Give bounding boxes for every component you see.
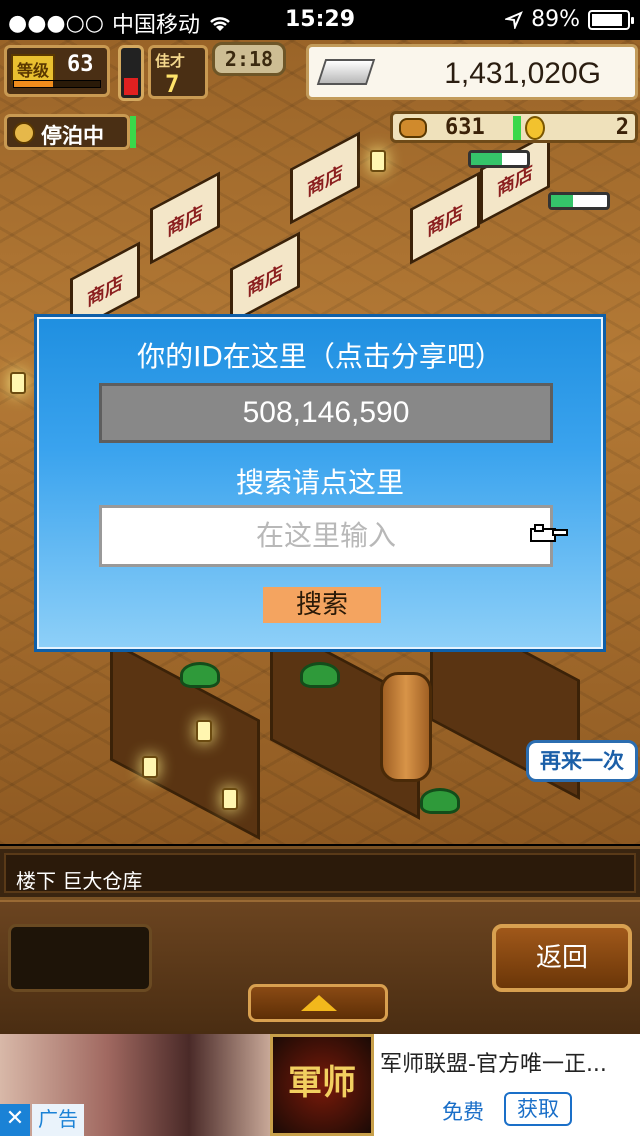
- lamp-icon: [370, 150, 386, 172]
- mooring-indicator: [130, 116, 136, 148]
- lamp-icon: [10, 372, 26, 394]
- battery-percent: 89%: [531, 7, 580, 32]
- share-id-dialog: 你的ID在这里（点击分享吧） 508,146,590 搜索请点这里 在这里输入 …: [34, 314, 606, 652]
- coin-icon: [525, 116, 545, 140]
- mooring-label: 停泊中: [41, 124, 104, 148]
- player-id-box[interactable]: 508,146,590: [99, 383, 553, 443]
- resource-panel: 631 2: [390, 111, 638, 143]
- lamp-icon: [142, 756, 158, 778]
- bread-icon: [399, 118, 427, 138]
- search-button[interactable]: 搜索: [263, 587, 381, 623]
- level-progress-bar: [13, 80, 101, 88]
- level-value: 63: [67, 52, 94, 77]
- mooring-status[interactable]: 停泊中: [4, 114, 130, 150]
- location-bar: 楼下 巨大仓库: [0, 846, 640, 900]
- shop-counter: 商店: [290, 131, 360, 225]
- gold-panel: 1,431,020G: [306, 44, 638, 100]
- arrow-up-icon: [301, 995, 337, 1011]
- dialog-title[interactable]: 你的ID在这里（点击分享吧）: [37, 335, 603, 375]
- plant-icon: [300, 662, 340, 688]
- try-again-button[interactable]: 再来一次: [526, 740, 638, 782]
- shop-counter: 商店: [230, 231, 300, 325]
- expand-button[interactable]: [248, 984, 388, 1022]
- pointing-hand-icon: [530, 524, 568, 542]
- ad-label: 广告: [32, 1104, 84, 1136]
- plant-icon: [420, 788, 460, 814]
- lamp-icon: [222, 788, 238, 810]
- resource-indicator: [513, 116, 521, 140]
- search-input[interactable]: 在这里输入: [99, 505, 553, 567]
- level-panel: 等级 63: [4, 45, 110, 97]
- back-button[interactable]: 返回: [492, 924, 632, 992]
- barrel-icon: [380, 672, 432, 782]
- bottom-panel: 返回: [0, 900, 640, 1034]
- energy-gauge: [118, 45, 144, 101]
- shop-counter: 商店: [410, 171, 480, 265]
- lamp-icon: [196, 720, 212, 742]
- progress-meter: [548, 192, 610, 210]
- ad-banner[interactable]: ✕ 广告 軍师 军师联盟-官方唯一正... 免费 获取: [0, 1034, 640, 1136]
- staff-label: 佳才: [155, 52, 186, 70]
- info-slot[interactable]: [8, 924, 152, 992]
- shop-counter: 商店: [480, 131, 550, 225]
- battery-icon: [588, 9, 634, 30]
- resource-extra: 2: [615, 115, 629, 140]
- resource-count: 631: [445, 115, 485, 140]
- progress-meter: [468, 150, 530, 168]
- app-logo: 軍师: [270, 1034, 374, 1136]
- status-bar: ●●●○○ 中国移动 15:29 89%: [0, 0, 640, 40]
- gold-amount: 1,431,020G: [444, 57, 601, 90]
- silver-bar-icon: [316, 59, 376, 85]
- ad-app-title: 军师联盟-官方唯一正...: [380, 1052, 607, 1077]
- game-clock: 2:18: [212, 42, 286, 76]
- anchor-icon: [13, 122, 35, 144]
- staff-panel: 佳才 7: [148, 45, 208, 99]
- plant-icon: [180, 662, 220, 688]
- location-arrow-icon: [505, 10, 523, 29]
- ad-close-button[interactable]: ✕: [0, 1104, 30, 1136]
- location-label: 楼下 巨大仓库: [4, 853, 636, 893]
- search-title: 搜索请点这里: [235, 466, 404, 499]
- staff-count: 7: [165, 70, 180, 98]
- ad-get-button[interactable]: 获取: [504, 1092, 572, 1126]
- ad-free-label: 免费: [442, 1100, 484, 1124]
- shop-counter: 商店: [150, 171, 220, 265]
